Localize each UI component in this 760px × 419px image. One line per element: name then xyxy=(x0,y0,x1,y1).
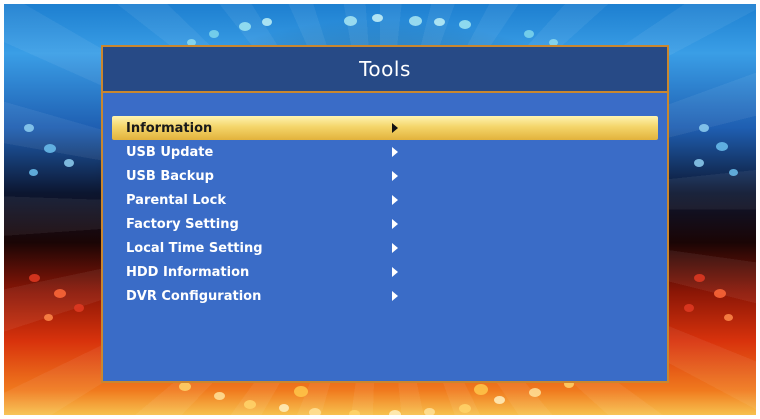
menu-item-label: DVR Configuration xyxy=(126,288,262,304)
bokeh-dot xyxy=(699,124,709,132)
bokeh-dot xyxy=(309,408,321,415)
chevron-right-icon xyxy=(392,219,398,229)
bokeh-dot xyxy=(694,159,704,167)
menu-item-parental-lock[interactable]: Parental Lock xyxy=(112,188,658,212)
page-title: Tools xyxy=(359,57,411,81)
bokeh-dot xyxy=(694,274,705,282)
chevron-right-icon xyxy=(392,171,398,181)
bokeh-dot xyxy=(494,396,505,404)
bokeh-dot xyxy=(74,304,84,312)
bokeh-dot xyxy=(372,14,383,22)
bokeh-dot xyxy=(349,410,360,415)
chevron-right-icon xyxy=(392,291,398,301)
menu-item-local-time-setting[interactable]: Local Time Setting xyxy=(112,236,658,260)
menu-item-information[interactable]: Information xyxy=(112,116,658,140)
bokeh-dot xyxy=(714,289,726,298)
bokeh-dot xyxy=(434,18,445,26)
menu-item-label: USB Update xyxy=(126,144,214,160)
bokeh-dot xyxy=(474,384,488,395)
bokeh-dot xyxy=(724,314,733,321)
bokeh-dot xyxy=(244,400,256,409)
bokeh-dot xyxy=(44,314,53,321)
bokeh-dot xyxy=(344,16,357,26)
bokeh-dot xyxy=(389,410,401,415)
bokeh-dot xyxy=(54,289,66,298)
bokeh-dot xyxy=(214,392,225,400)
chevron-right-icon xyxy=(392,243,398,253)
menu-item-label: Local Time Setting xyxy=(126,240,263,256)
bokeh-dot xyxy=(529,388,541,397)
bokeh-dot xyxy=(294,386,308,397)
menu-item-label: HDD Information xyxy=(126,264,250,280)
bokeh-dot xyxy=(684,304,694,312)
chevron-right-icon xyxy=(392,195,398,205)
tools-menu-panel: Tools Information USB Update USB Backup … xyxy=(101,45,669,383)
chevron-right-icon xyxy=(392,147,398,157)
bokeh-dot xyxy=(262,18,272,26)
menu-item-usb-backup[interactable]: USB Backup xyxy=(112,164,658,188)
bokeh-dot xyxy=(179,382,191,391)
title-bar: Tools xyxy=(103,47,667,93)
tools-menu-list: Information USB Update USB Backup Parent… xyxy=(112,116,658,308)
bokeh-dot xyxy=(424,408,435,415)
menu-item-usb-update[interactable]: USB Update xyxy=(112,140,658,164)
menu-item-label: Parental Lock xyxy=(126,192,226,208)
menu-item-label: Factory Setting xyxy=(126,216,239,232)
bokeh-dot xyxy=(24,124,34,132)
chevron-right-icon xyxy=(392,123,398,133)
menu-item-factory-setting[interactable]: Factory Setting xyxy=(112,212,658,236)
bokeh-dot xyxy=(279,404,289,412)
bokeh-dot xyxy=(716,142,728,151)
menu-item-label: Information xyxy=(126,120,213,136)
chevron-right-icon xyxy=(392,267,398,277)
bokeh-dot xyxy=(729,169,738,176)
menu-item-dvr-configuration[interactable]: DVR Configuration xyxy=(112,284,658,308)
bokeh-dot xyxy=(524,30,534,38)
menu-item-label: USB Backup xyxy=(126,168,214,184)
bokeh-dot xyxy=(239,22,251,31)
tv-screen-background: Tools Information USB Update USB Backup … xyxy=(4,4,756,415)
bokeh-dot xyxy=(64,159,74,167)
bokeh-dot xyxy=(209,30,219,38)
bokeh-dot xyxy=(459,404,471,413)
bokeh-dot xyxy=(44,144,56,153)
bokeh-dot xyxy=(409,16,422,26)
bokeh-dot xyxy=(459,20,471,29)
bokeh-dot xyxy=(29,169,38,176)
bokeh-dot xyxy=(29,274,40,282)
menu-item-hdd-information[interactable]: HDD Information xyxy=(112,260,658,284)
